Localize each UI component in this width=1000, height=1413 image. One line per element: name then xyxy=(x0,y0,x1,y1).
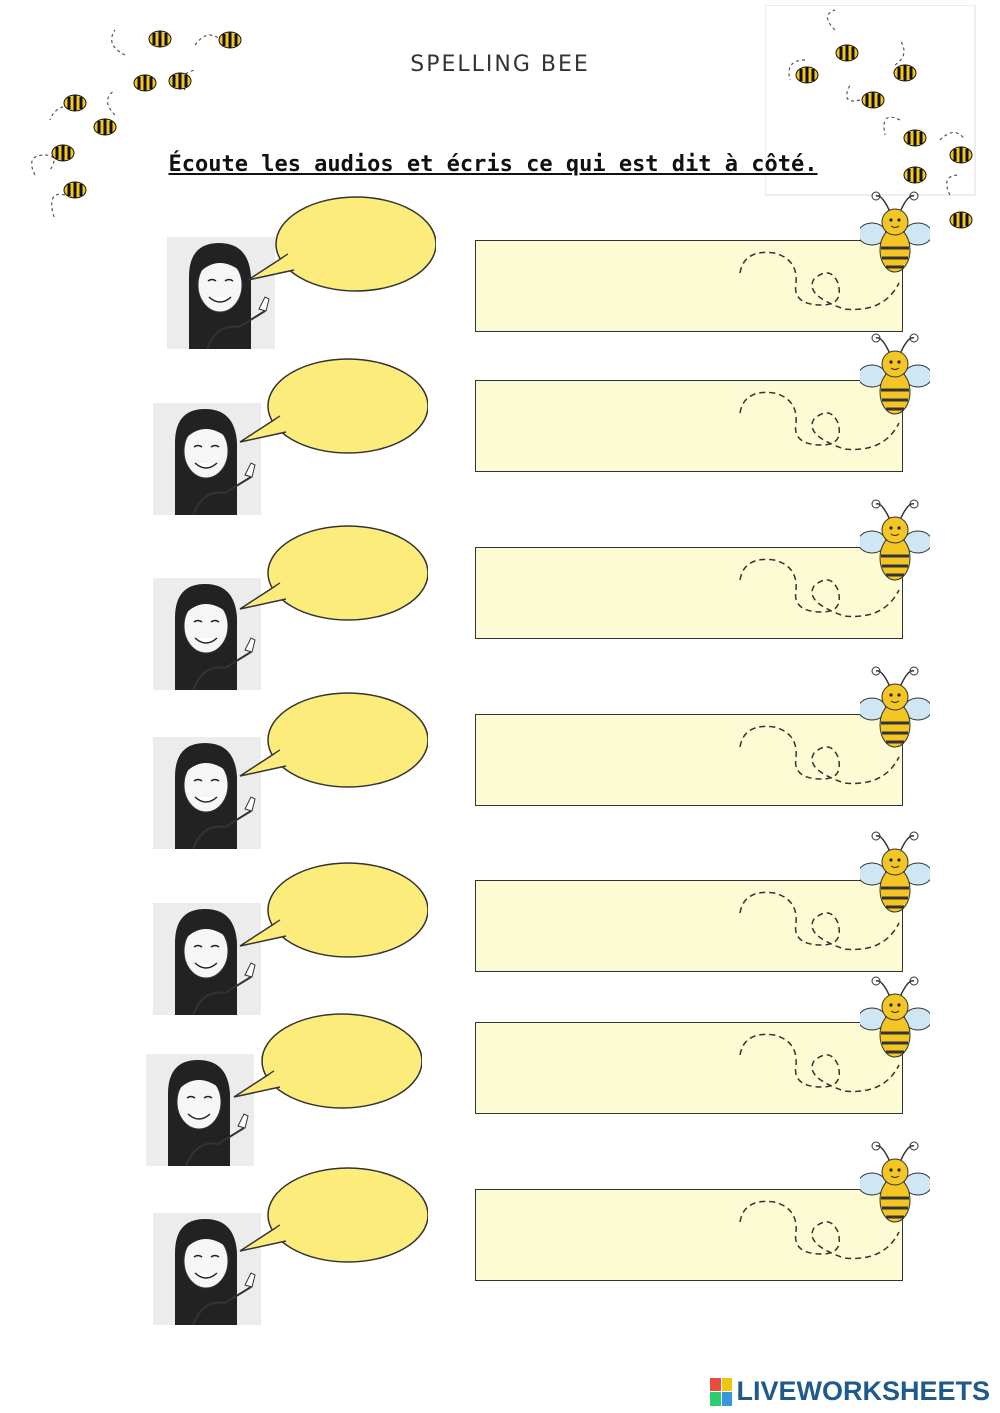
speech-bubble[interactable] xyxy=(238,692,428,802)
answer-box[interactable] xyxy=(475,714,903,806)
speech-bubble[interactable] xyxy=(238,862,428,972)
answer-box[interactable] xyxy=(475,547,903,639)
bee-icon xyxy=(860,666,930,748)
speech-bubble[interactable] xyxy=(238,358,428,468)
answer-box[interactable] xyxy=(475,1189,903,1281)
speech-bubble[interactable] xyxy=(238,525,428,635)
bee-icon xyxy=(860,831,930,913)
bee-icon xyxy=(860,333,930,415)
answer-box[interactable] xyxy=(475,240,903,332)
bee-icon xyxy=(860,499,930,581)
brand-logo-icon xyxy=(710,1377,733,1406)
answer-input[interactable] xyxy=(486,1049,730,1087)
speech-bubble[interactable] xyxy=(238,1167,428,1277)
bee-icon xyxy=(860,191,930,273)
bee-icon xyxy=(860,976,930,1058)
answer-input[interactable] xyxy=(486,907,730,945)
page-title: SPELLING BEE xyxy=(410,52,590,77)
answer-input[interactable] xyxy=(486,574,730,612)
answer-box[interactable] xyxy=(475,880,903,972)
instruction-text: Écoute les audios et écris ce qui est di… xyxy=(168,152,818,177)
liveworksheets-logo: LIVEWORKSHEETS xyxy=(710,1376,990,1407)
bee-icon xyxy=(860,1141,930,1223)
speech-bubble[interactable] xyxy=(232,1013,422,1123)
answer-input[interactable] xyxy=(486,267,730,305)
answer-input[interactable] xyxy=(486,1216,730,1254)
speech-bubble[interactable] xyxy=(246,196,436,306)
answer-input[interactable] xyxy=(486,407,730,445)
answer-box[interactable] xyxy=(475,380,903,472)
answer-box[interactable] xyxy=(475,1022,903,1114)
small-bee-icon xyxy=(63,94,87,112)
answer-input[interactable] xyxy=(486,741,730,779)
bee-swarm-left-decoration xyxy=(31,29,242,221)
brand-name: LIVEWORKSHEETS xyxy=(736,1376,990,1406)
